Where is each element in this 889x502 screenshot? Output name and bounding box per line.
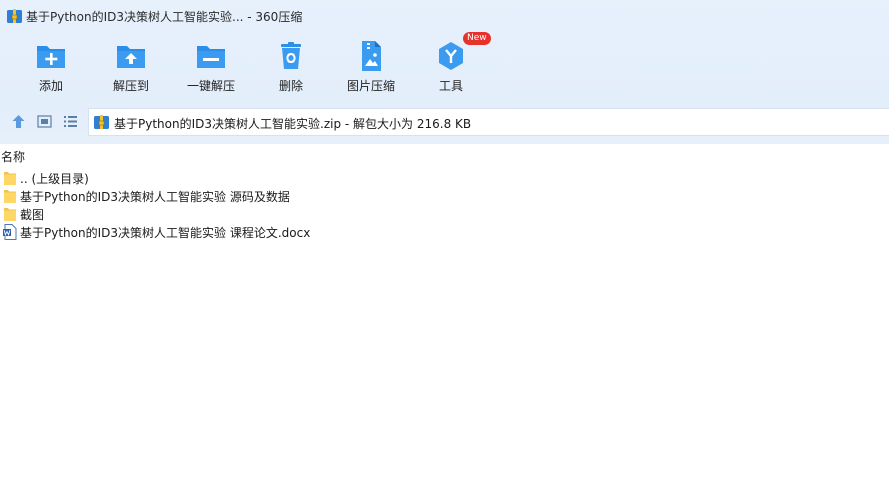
one-click-extract-button[interactable]: 一键解压 [171, 38, 251, 98]
folder-icon [4, 190, 16, 203]
toolbar: 添加 解压到 一键解压 删除 图片压缩 New 工具 [0, 32, 889, 98]
path-field[interactable]: 基于Python的ID3决策树人工智能实验.zip - 解包大小为 216.8 … [88, 108, 889, 136]
new-badge: New [463, 32, 491, 45]
title-bar: 基于Python的ID3决策树人工智能实验... - 360压缩 [0, 0, 889, 32]
delete-button[interactable]: 删除 [251, 38, 331, 98]
one-click-extract-icon [197, 46, 225, 68]
list-item-parent-dir[interactable]: .. (上级目录) [0, 169, 889, 187]
tools-icon [439, 42, 463, 70]
list-view-icon[interactable] [63, 114, 78, 129]
extract-to-label: 解压到 [112, 79, 149, 93]
list-item-name: 截图 [20, 208, 45, 222]
address-bar: 基于Python的ID3决策树人工智能实验.zip - 解包大小为 216.8 … [0, 106, 889, 138]
file-list: .. (上级目录) 基于Python的ID3决策树人工智能实验 源码及数据 截图… [0, 169, 889, 241]
extract-folder-icon [117, 46, 145, 68]
delete-label: 删除 [278, 79, 303, 93]
column-name-header[interactable]: 名称 [1, 148, 25, 165]
recycle-bin-icon [281, 42, 301, 69]
image-compress-button[interactable]: 图片压缩 [331, 38, 411, 98]
zip-file-icon [94, 115, 109, 129]
tools-label: 工具 [438, 79, 463, 93]
archive-app-icon [7, 9, 22, 23]
thumbnail-view-icon[interactable] [37, 114, 52, 129]
one-click-extract-label: 一键解压 [186, 79, 235, 93]
list-item-name: 基于Python的ID3决策树人工智能实验 源码及数据 [20, 190, 290, 204]
add-label: 添加 [38, 79, 63, 93]
folder-icon [4, 208, 16, 221]
folder-icon [4, 172, 16, 185]
tools-button[interactable]: New 工具 [411, 32, 491, 98]
add-button[interactable]: 添加 [11, 38, 91, 98]
extract-to-button[interactable]: 解压到 [91, 38, 171, 98]
list-item-source-folder[interactable]: 基于Python的ID3决策树人工智能实验 源码及数据 [0, 187, 889, 205]
add-folder-icon [37, 46, 65, 68]
list-item-name: 基于Python的ID3决策树人工智能实验 课程论文.docx [20, 226, 311, 240]
window-title: 基于Python的ID3决策树人工智能实验... - 360压缩 [26, 10, 303, 24]
list-item-docx-file[interactable]: 基于Python的ID3决策树人工智能实验 课程论文.docx [0, 223, 889, 241]
top-panel: 基于Python的ID3决策树人工智能实验... - 360压缩 添加 解压到 [0, 0, 889, 144]
image-compress-label: 图片压缩 [346, 79, 395, 93]
list-item-screenshots-folder[interactable]: 截图 [0, 205, 889, 223]
word-doc-icon [3, 224, 17, 240]
up-arrow-icon[interactable] [11, 114, 26, 129]
list-item-name: .. (上级目录) [20, 172, 89, 186]
path-text: 基于Python的ID3决策树人工智能实验.zip - 解包大小为 216.8 … [114, 117, 472, 131]
list-header: 名称 [0, 145, 889, 164]
image-compress-icon [362, 41, 381, 71]
